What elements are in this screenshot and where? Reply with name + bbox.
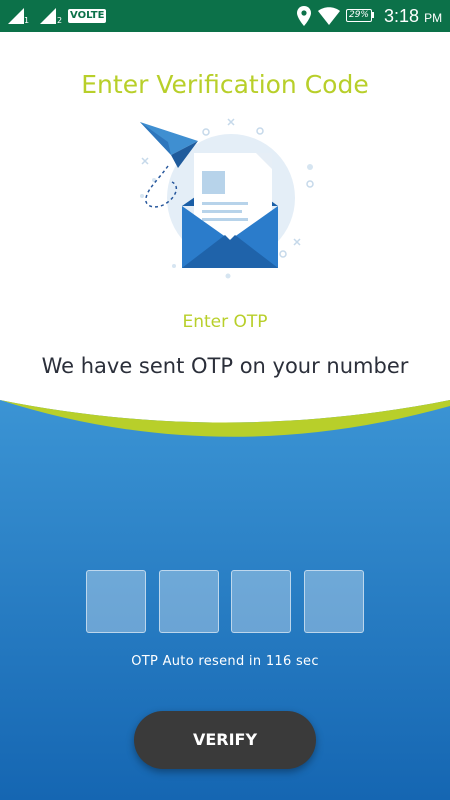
- otp-input-group: [86, 570, 364, 633]
- otp-digit-3-input[interactable]: [231, 570, 291, 633]
- status-bar: 1 2 VOLTE 29% 3:18 PM: [0, 0, 450, 32]
- page-title: Enter Verification Code: [81, 70, 369, 99]
- clock-ampm: PM: [424, 11, 443, 25]
- otp-digit-4-input[interactable]: [304, 570, 364, 633]
- wifi-icon: [318, 7, 340, 25]
- verify-button[interactable]: VERIFY: [134, 711, 316, 769]
- otp-digit-1-input[interactable]: [86, 570, 146, 633]
- sim1-number: 1: [24, 16, 30, 25]
- volte-badge: VOLTE: [68, 9, 107, 23]
- location-icon: [297, 6, 311, 26]
- sim2-number: 2: [57, 16, 63, 25]
- otp-heading: Enter OTP: [182, 312, 268, 332]
- otp-digit-2-input[interactable]: [159, 570, 219, 633]
- clock-time: 3:18: [384, 6, 420, 26]
- battery-tip: [372, 12, 374, 18]
- otp-sent-message: We have sent OTP on your number: [41, 354, 409, 378]
- battery-icon: 29%: [346, 9, 372, 22]
- otp-resend-timer: OTP Auto resend in 116 sec: [131, 654, 319, 669]
- email-verification-illustration-icon: [140, 118, 314, 279]
- clock: 3:18 PM: [384, 6, 442, 27]
- signal-icon: [8, 8, 24, 24]
- signal-icon: [40, 8, 56, 24]
